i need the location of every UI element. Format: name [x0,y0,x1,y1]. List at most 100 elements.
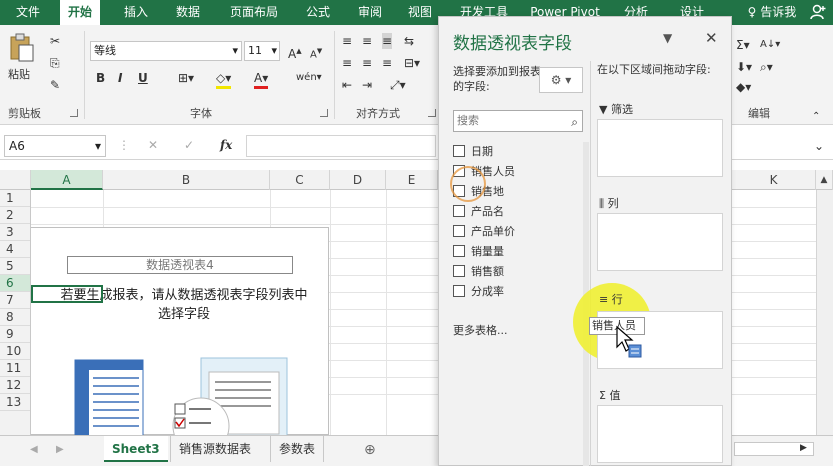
font-launcher-icon[interactable] [320,109,328,117]
tab-file[interactable]: 文件 [6,0,50,25]
align-middle-icon[interactable]: ≡ [362,33,372,49]
active-cell-a6[interactable] [31,285,103,303]
prev-sheet-icon[interactable]: ◀ [30,442,38,458]
clear-icon[interactable]: ◆▾ [736,79,751,95]
field-item[interactable]: 分成率 [453,282,583,302]
sheet-tab-params[interactable]: 参数表 [270,436,325,462]
font-size-select[interactable]: 11 ▾ [244,41,280,61]
insert-function-icon[interactable]: fx [220,137,232,153]
checkbox[interactable] [453,205,465,217]
row-header[interactable]: 10 [0,343,30,360]
find-select-icon[interactable]: ⌕▾ [760,59,773,75]
row-header[interactable]: 3 [0,224,30,241]
select-all-corner[interactable] [0,170,31,190]
checkbox[interactable] [453,245,465,257]
align-center-icon[interactable]: ≡ [362,55,372,71]
row-header[interactable]: 5 [0,258,30,275]
column-header-c[interactable]: C [270,170,330,190]
field-item[interactable]: 产品名 [453,202,583,222]
tab-home[interactable]: 开始 [60,0,100,26]
tell-me[interactable]: ♀ 告诉我 [742,0,802,25]
decrease-indent-icon[interactable]: ⇤ [342,77,352,93]
row-header[interactable]: 2 [0,207,30,224]
underline-button[interactable]: U [138,70,148,86]
format-painter-icon[interactable]: ✎ [50,77,60,93]
row-header[interactable]: 13 [0,394,30,411]
filter-drop-area[interactable] [597,119,723,177]
sort-filter-icon[interactable]: A↓▾ [760,37,780,53]
orientation-icon[interactable]: ⤢▾ [390,77,406,93]
tab-formulas[interactable]: 公式 [298,0,338,25]
row-header[interactable]: 4 [0,241,30,258]
next-sheet-icon[interactable]: ▶ [56,442,64,458]
row-header[interactable]: 11 [0,360,30,377]
phonetic-icon[interactable]: wén▾ [296,70,322,86]
align-left-icon[interactable]: ≡ [342,55,352,71]
field-item[interactable]: 销量量 [453,242,583,262]
row-header[interactable]: 1 [0,190,30,207]
align-launcher-icon[interactable] [428,109,436,117]
field-item[interactable]: 日期 [453,142,583,162]
font-color-icon[interactable]: A▾ [254,70,269,89]
row-header[interactable]: 12 [0,377,30,394]
column-header-d[interactable]: D [330,170,386,190]
name-box[interactable]: A6 ▾ [4,135,106,157]
column-header-k[interactable]: K [732,170,816,190]
more-tables-link[interactable]: 更多表格... [453,322,508,338]
font-name-select[interactable]: 等线 ▾ [90,41,242,61]
copy-icon[interactable]: ⎘ [50,55,60,71]
sheet-tab-sales-source[interactable]: 销售源数据表 [170,436,259,462]
paste-icon[interactable] [8,33,36,63]
align-bottom-icon[interactable]: ≡ [382,33,393,49]
align-right-icon[interactable]: ≡ [382,55,392,71]
wrap-text-icon[interactable]: ⇆ [404,33,414,49]
fill-icon[interactable]: ⬇▾ [736,59,752,75]
scroll-right-icon[interactable]: ▶ [800,440,807,456]
checkbox[interactable] [453,265,465,277]
pane-options-chevron-icon[interactable]: ▼ [663,31,672,45]
column-header-a[interactable]: A [31,170,103,190]
tab-insert[interactable]: 插入 [116,0,156,25]
vertical-scrollbar[interactable] [816,190,833,435]
share-person-icon[interactable] [809,3,827,21]
clipboard-launcher-icon[interactable] [70,109,78,117]
add-sheet-icon[interactable]: ⊕ [364,442,376,458]
confirm-entry-icon[interactable]: ✓ [184,137,194,153]
gear-icon[interactable]: ⚙ ▾ [539,67,583,93]
checkbox[interactable] [453,145,465,157]
field-item[interactable]: 销售额 [453,262,583,282]
checkbox[interactable] [453,285,465,297]
tab-data[interactable]: 数据 [168,0,208,25]
collapse-ribbon-icon[interactable]: ⌃ [812,109,820,125]
column-header-e[interactable]: E [386,170,438,190]
bold-button[interactable]: B [96,70,105,86]
sheet-tab-sheet3[interactable]: Sheet3 [104,436,168,462]
row-header[interactable]: 9 [0,326,30,343]
tab-page-layout[interactable]: 页面布局 [224,0,284,25]
tab-view[interactable]: 视图 [400,0,440,25]
columns-drop-area[interactable] [597,213,723,271]
expand-formula-icon[interactable]: ⌄ [814,138,824,154]
border-icon[interactable]: ⊞▾ [178,70,194,86]
field-search-input[interactable]: 搜索 ⌕ [453,110,583,132]
paste-button-label[interactable]: 粘贴 [8,67,30,83]
decrease-font-icon[interactable]: A▼ [310,43,322,63]
row-header[interactable]: 7 [0,292,30,309]
align-top-icon[interactable]: ≡ [342,33,352,49]
row-header[interactable]: 8 [0,309,30,326]
scroll-up-icon[interactable]: ▲ [816,170,833,190]
pivot-table-placeholder[interactable]: 数据透视表4 若要生成报表，请从数据透视表字段列表中 选择字段 [31,227,329,436]
increase-indent-icon[interactable]: ⇥ [362,77,372,93]
close-icon[interactable]: ✕ [705,29,718,47]
tab-review[interactable]: 审阅 [350,0,390,25]
increase-font-icon[interactable]: A▲ [288,43,302,62]
row-header[interactable]: 6 [0,275,30,292]
values-drop-area[interactable] [597,405,723,463]
autosum-icon[interactable]: Σ▾ [736,37,750,53]
italic-button[interactable]: I [118,70,122,86]
column-header-b[interactable]: B [103,170,270,190]
fill-color-icon[interactable]: ◇▾ [216,70,232,89]
formula-input[interactable] [246,135,436,157]
checkbox[interactable] [453,225,465,237]
cut-icon[interactable]: ✂ [50,33,60,49]
